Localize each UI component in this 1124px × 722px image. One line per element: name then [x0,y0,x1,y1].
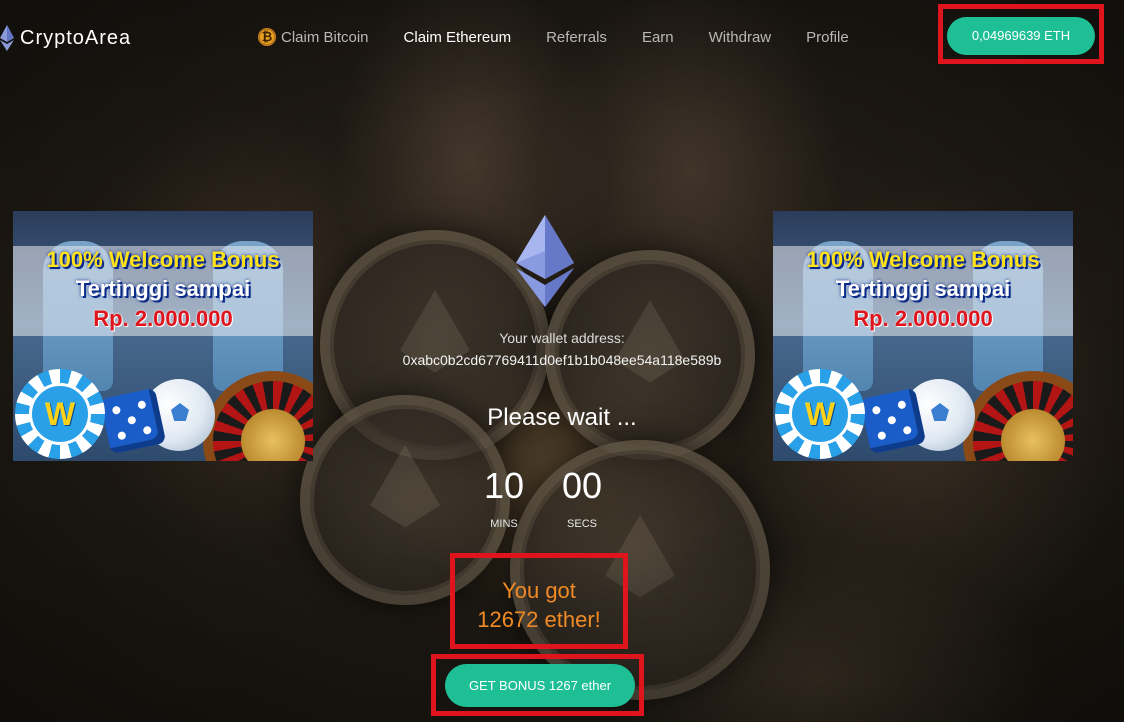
reward-highlight: You got 12672 ether! [450,553,628,649]
nav-earn[interactable]: Earn [642,29,674,46]
banner-amount: Rp. 2.000.000 [93,306,233,331]
banner-headline: 100% Welcome Bonus [806,247,1040,272]
nav-label: Earn [641,28,674,46]
nav-label: Claim Ethereum [403,28,512,46]
nav-label: Claim Bitcoin [281,28,369,46]
ethereum-icon [516,215,574,307]
nav-label: Profile [806,28,849,46]
nav-referrals[interactable]: Referrals [546,29,607,46]
balance-highlight: 0,04969639 ETH [938,4,1104,64]
bitcoin-icon: ₿ [258,28,276,46]
nav-label: Referrals [546,28,607,46]
brand-name: CryptoArea [20,26,132,49]
banner-subline: Tertinggi sampai [835,276,1011,301]
wallet-address-label: Your wallet address: [499,330,625,346]
bonus-highlight: GET BONUS 1267 ether [431,654,644,716]
nav-claim-bitcoin[interactable]: ₿ Claim Bitcoin [258,28,369,46]
nav-profile[interactable]: Profile [806,29,849,46]
top-navbar: CryptoArea ₿ Claim Bitcoin Claim Ethereu… [0,0,1124,76]
get-bonus-button[interactable]: GET BONUS 1267 ether [445,664,635,707]
timer-seconds-label: SECS [567,518,597,530]
timer-seconds: 00 SECS [552,465,612,531]
banner-subline: Tertinggi sampai [75,276,251,301]
reward-line-1: You got [502,578,576,603]
timer-minutes: 10 MINS [474,465,534,531]
reward-line-2: 12672 ether! [477,607,601,632]
timer-seconds-value: 00 [561,465,603,506]
brand[interactable]: CryptoArea [0,25,131,51]
balance-button[interactable]: 0,04969639 ETH [947,17,1095,55]
nav-withdraw[interactable]: Withdraw [709,29,772,46]
banner-headline: 100% Welcome Bonus [46,247,280,272]
ethereum-logo-icon [0,25,14,51]
reward-message: You got 12672 ether! [455,576,623,634]
wait-message: Please wait ... [487,404,637,431]
nav-claim-ethereum[interactable]: Claim Ethereum [404,29,512,46]
main-nav: ₿ Claim Bitcoin Claim Ethereum Referrals… [258,28,884,46]
timer-minutes-label: MINS [490,518,518,530]
banner-amount: Rp. 2.000.000 [853,306,993,331]
nav-label: Withdraw [708,28,772,46]
wallet-address-value: 0xabc0b2cd67769411d0ef1b1b048ee54a118e58… [402,352,722,368]
timer-minutes-value: 10 [483,465,525,506]
